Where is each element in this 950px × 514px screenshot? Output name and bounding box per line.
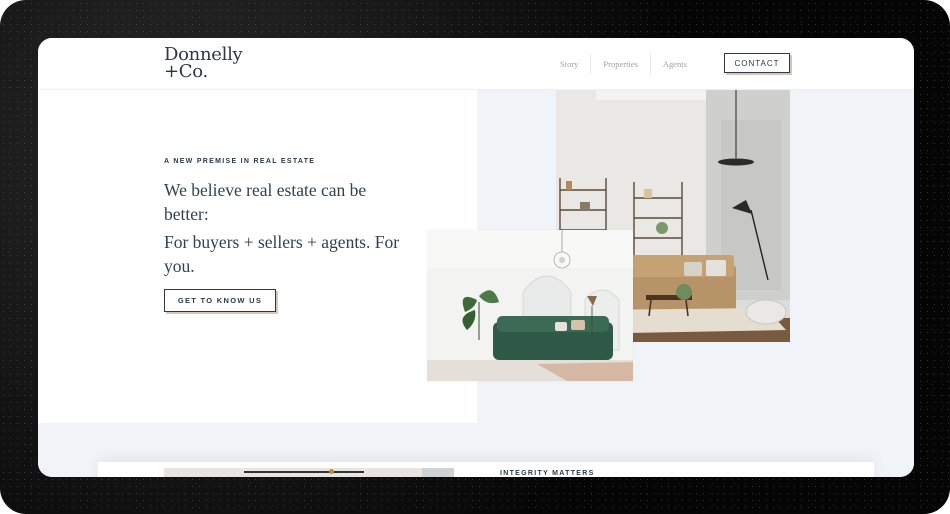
contact-button[interactable]: CONTACT [724, 53, 790, 73]
get-to-know-us-button[interactable]: GET TO KNOW US [164, 289, 276, 312]
brand-logo-line2: +Co. [164, 61, 208, 82]
nav-link-properties[interactable]: Properties [591, 54, 651, 74]
browser-window: Donnelly +Co. Story Properties Agents CO… [38, 38, 914, 477]
site-header: Donnelly +Co. Story Properties Agents CO… [38, 38, 914, 90]
light-fixture-bulb [329, 469, 334, 474]
photo-side-panel [422, 468, 454, 477]
nav-link-story[interactable]: Story [548, 54, 592, 74]
green-sofa-room-photo [427, 230, 633, 381]
hero-eyebrow: A NEW PREMISE IN REAL ESTATE [164, 158, 316, 165]
integrity-eyebrow: INTEGRITY MATTERS [500, 470, 595, 477]
next-section-photo [164, 468, 454, 477]
hero-headline: We believe real estate can be better: [164, 180, 367, 224]
nav-link-agents[interactable]: Agents [651, 54, 699, 74]
main-nav: Story Properties Agents [548, 52, 699, 76]
brand-logo[interactable]: Donnelly +Co. [164, 46, 243, 82]
light-fixture-bar [244, 471, 364, 473]
hero-subheadline: For buyers + sellers + agents. For you. [164, 232, 400, 276]
